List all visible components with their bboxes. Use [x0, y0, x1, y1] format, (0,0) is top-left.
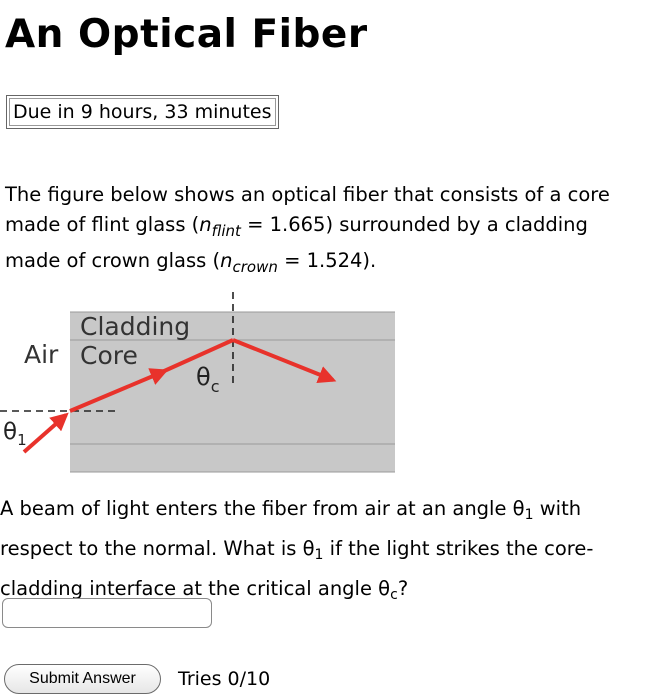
question-sub-1: 1: [524, 507, 534, 523]
submit-answer-button[interactable]: Submit Answer: [4, 664, 161, 694]
problem-intro: The figure below shows an optical fiber …: [5, 180, 645, 282]
page-title: An Optical Fiber: [5, 12, 368, 57]
optical-fiber-figure: Cladding Air Core θc θ1: [0, 292, 395, 473]
n-flint-symbol: n: [199, 213, 212, 236]
answer-input[interactable]: [2, 598, 212, 628]
due-badge: Due in 9 hours, 33 minutes: [6, 95, 279, 129]
problem-question: A beam of light enters the fiber from ai…: [0, 492, 646, 612]
n-flint-subscript: flint: [211, 222, 241, 240]
label-air: Air: [24, 340, 59, 369]
question-text-1: A beam of light enters the fiber from ai…: [0, 497, 525, 520]
label-cladding: Cladding: [80, 312, 190, 341]
question-text-4: ?: [397, 577, 409, 600]
label-theta-c-sub: c: [211, 377, 220, 396]
n-crown-symbol: n: [220, 249, 233, 272]
label-theta-1-sub: 1: [17, 431, 27, 449]
label-theta-1: θ1: [3, 419, 27, 449]
incident-ray: [22, 412, 69, 454]
question-sub-3: c: [390, 587, 398, 603]
label-core: Core: [80, 341, 138, 370]
n-crown-subscript: crown: [232, 258, 278, 276]
n-crown-value: = 1.524).: [277, 249, 377, 272]
due-text: Due in 9 hours, 33 minutes: [9, 98, 276, 126]
tries-counter: Tries 0/10: [178, 668, 271, 690]
